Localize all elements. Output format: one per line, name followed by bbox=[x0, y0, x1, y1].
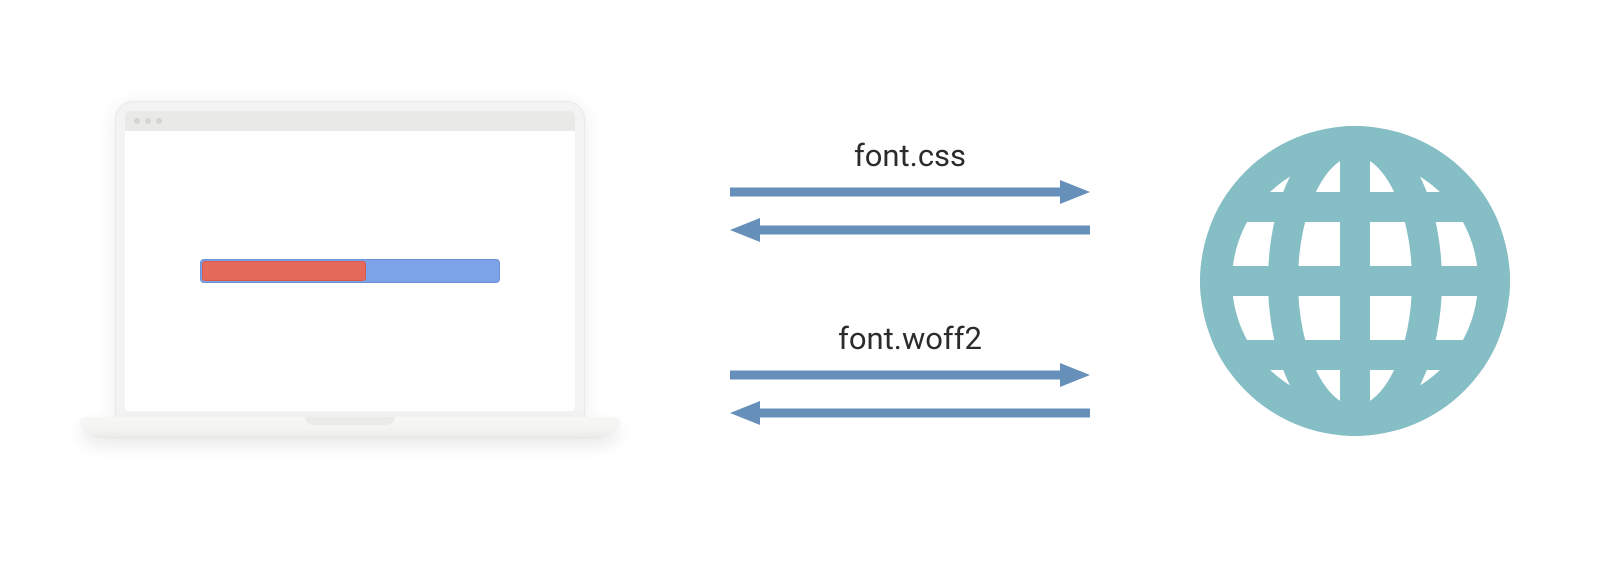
bidirectional-arrow-icon bbox=[730, 180, 1090, 242]
laptop-base bbox=[80, 417, 620, 439]
request-group-woff2: font.woff2 bbox=[730, 320, 1090, 425]
browser-title-bar bbox=[125, 111, 575, 131]
request-label: font.woff2 bbox=[838, 320, 982, 357]
request-group-css: font.css bbox=[730, 137, 1090, 242]
browser-viewport bbox=[125, 131, 575, 411]
loading-progress-bar bbox=[200, 259, 500, 283]
window-control-dot bbox=[145, 118, 151, 124]
laptop-screen bbox=[115, 101, 585, 421]
window-control-dot bbox=[134, 118, 140, 124]
laptop-notch bbox=[305, 417, 395, 425]
window-control-dot bbox=[156, 118, 162, 124]
laptop-illustration bbox=[80, 71, 620, 491]
request-arrows: font.css font.woff2 bbox=[730, 137, 1090, 425]
bidirectional-arrow-icon bbox=[730, 363, 1090, 425]
progress-segment bbox=[202, 261, 366, 281]
request-label: font.css bbox=[854, 137, 966, 174]
globe-icon bbox=[1200, 126, 1510, 436]
